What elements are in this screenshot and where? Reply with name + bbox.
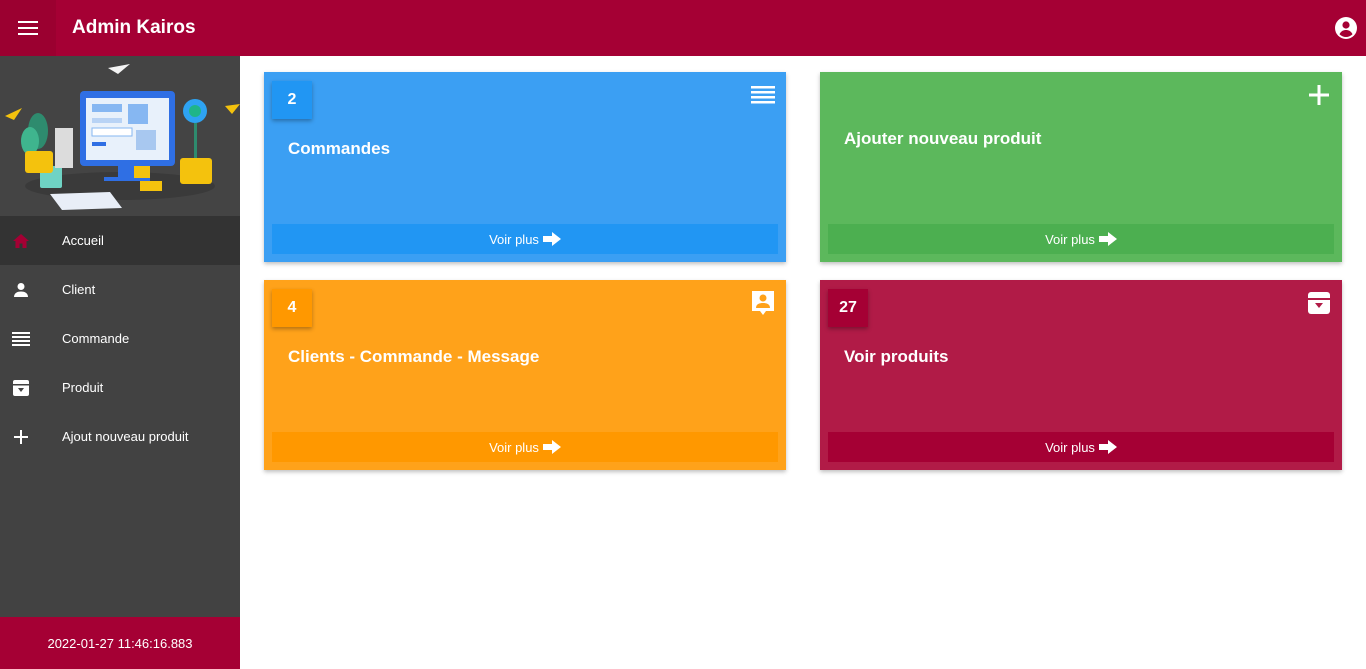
card-title: Voir produits (844, 347, 949, 366)
account-circle-icon (1335, 17, 1357, 39)
sidebar-item-label: Accueil (62, 233, 104, 248)
card-commandes[interactable]: 2 Commandes Voir plus (264, 72, 786, 262)
count-badge: 27 (828, 289, 868, 327)
person-icon (11, 280, 31, 300)
count-badge: 2 (272, 81, 312, 119)
hamburger-menu-icon (18, 21, 38, 35)
plus-icon (1306, 82, 1332, 108)
arrow-right-icon (542, 232, 561, 246)
top-app-bar: Admin Kairos (0, 0, 1366, 56)
sidebar-item-label: Commande (62, 331, 130, 346)
datetime-footer: 2022-01-27 11:46:16.883 (0, 617, 240, 669)
card-title: Ajouter nouveau produit (844, 129, 1042, 148)
card-voir-produits[interactable]: 27 Voir produits Voir plus (820, 280, 1342, 470)
card-ajouter-produit[interactable]: Ajouter nouveau produit Voir plus (820, 72, 1342, 262)
sidebar-item-label: Client (62, 282, 96, 297)
sidebar-item-client[interactable]: Client (0, 265, 240, 314)
voir-plus-link[interactable]: Voir plus (828, 224, 1334, 254)
voir-plus-link[interactable]: Voir plus (272, 224, 778, 254)
arrow-right-icon (1098, 232, 1117, 246)
list-icon (750, 82, 776, 108)
card-title: Clients - Commande - Message (288, 347, 540, 366)
sidebar-item-accueil[interactable]: Accueil (0, 216, 240, 265)
sidebar-item-produit[interactable]: Produit (0, 363, 240, 412)
voir-plus-label: Voir plus (489, 439, 539, 455)
datetime-text: 2022-01-27 11:46:16.883 (47, 635, 193, 651)
card-clients-commande-message[interactable]: 4 Clients - Commande - Message Voir plus (264, 280, 786, 470)
sidebar-item-label: Produit (62, 380, 104, 395)
arrow-right-icon (542, 440, 561, 454)
sidebar-nav: Accueil Client Commande Produit Ajout no… (0, 216, 240, 461)
sidebar-item-ajout-nouveau-produit[interactable]: Ajout nouveau produit (0, 412, 240, 461)
voir-plus-link[interactable]: Voir plus (828, 432, 1334, 462)
archive-box-icon (11, 378, 31, 398)
plus-icon (11, 427, 31, 447)
voir-plus-label: Voir plus (1045, 231, 1095, 247)
sidebar: Accueil Client Commande Produit Ajout no… (0, 56, 240, 669)
sidebar-item-label: Ajout nouveau produit (62, 429, 189, 444)
voir-plus-link[interactable]: Voir plus (272, 432, 778, 462)
count-badge: 4 (272, 289, 312, 327)
card-title: Commandes (288, 139, 391, 158)
arrow-right-icon (1098, 440, 1117, 454)
app-title: Admin Kairos (72, 17, 196, 38)
archive-box-icon (1306, 290, 1332, 316)
dashboard-workspace-illustration (0, 56, 240, 216)
sidebar-item-commande[interactable]: Commande (0, 314, 240, 363)
list-icon (11, 329, 31, 349)
contact-card-icon (750, 290, 776, 316)
voir-plus-label: Voir plus (489, 231, 539, 247)
menu-button[interactable] (0, 0, 56, 56)
home-icon (11, 231, 31, 251)
voir-plus-label: Voir plus (1045, 439, 1095, 455)
account-button[interactable] (1334, 16, 1358, 40)
